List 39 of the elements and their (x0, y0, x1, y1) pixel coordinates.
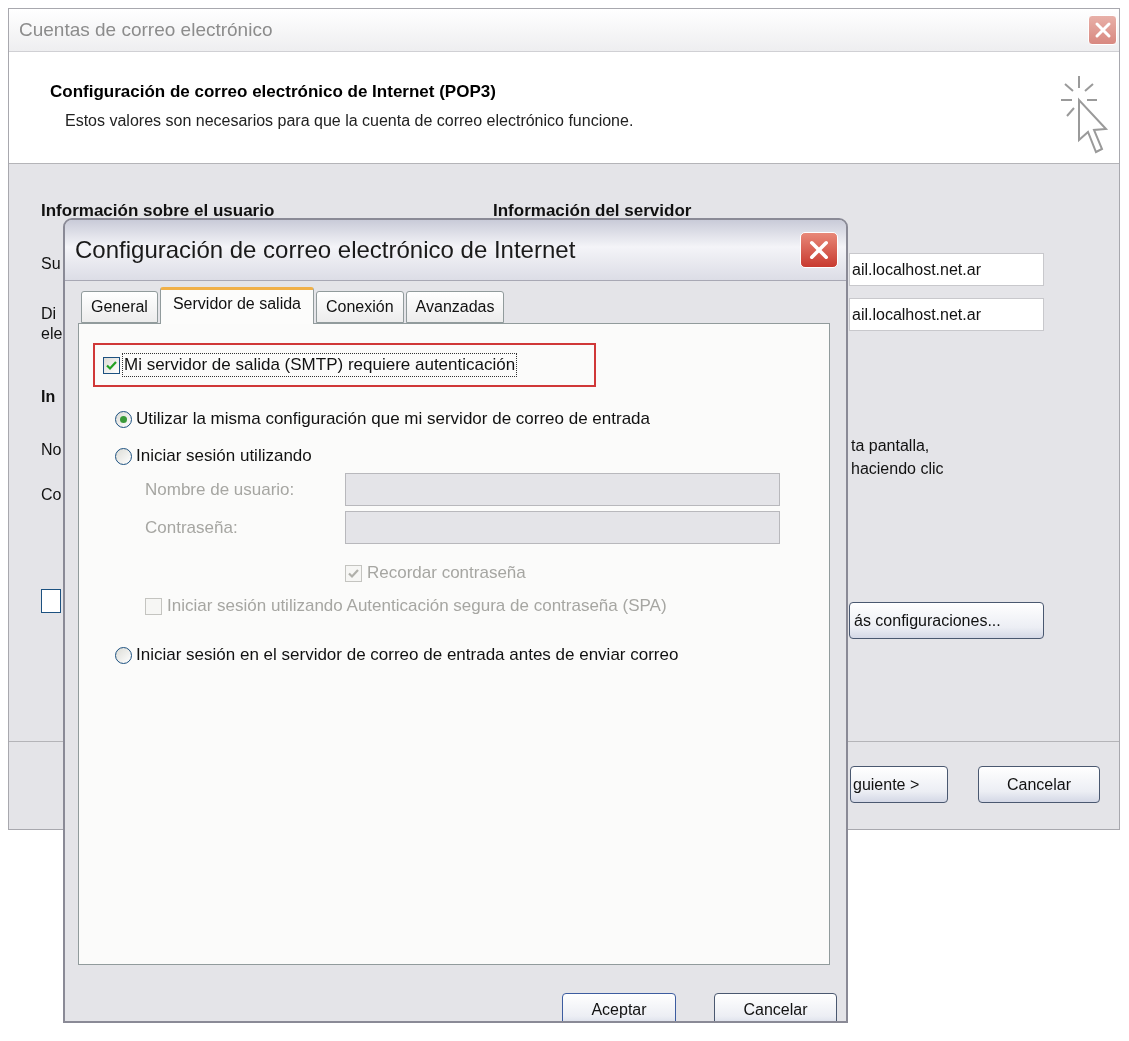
checkbox-label[interactable]: Mi servidor de salida (SMTP) requiere autenticación (124, 355, 516, 375)
server-field[interactable]: ail.localhost.net.ar (849, 253, 1044, 286)
field-label: Nombre de usuario: (145, 479, 296, 500)
checkbox[interactable] (41, 589, 61, 613)
tab[interactable]: Servidor de salida (159, 287, 314, 324)
cancel-button[interactable]: Cancelar (978, 766, 1100, 803)
header-subtitle: Estos valores son necesarios para que la cuenta de correo electrónico funcione. (64, 112, 634, 130)
radio-label[interactable]: Utilizar la misma configuración que mi servidor de correo de entrada (136, 409, 650, 429)
close-button[interactable] (800, 232, 838, 268)
window-title: Cuentas de correo electrónico (19, 19, 273, 41)
section-heading: Información sobre el usuario (41, 201, 275, 221)
field-label: No (41, 440, 62, 460)
section-heading: In (41, 387, 56, 407)
cancel-button[interactable]: Cancelar (714, 993, 837, 1021)
field-label: Contraseña: (145, 517, 239, 538)
radio-button[interactable] (115, 410, 132, 428)
radio-label[interactable]: Iniciar sesión utilizando (136, 446, 312, 466)
field-label: ele (41, 324, 63, 344)
radio-button[interactable] (115, 646, 132, 664)
checkbox[interactable] (103, 356, 120, 374)
tab[interactable]: General (81, 291, 158, 323)
header-title: Configuración de correo electrónico de Internet (POP3) (50, 82, 497, 102)
field-label: Di (41, 304, 57, 324)
note-text: haciendo clic (851, 459, 944, 479)
tab[interactable]: Conexión (316, 291, 404, 323)
radio-label[interactable]: Iniciar sesión en el servidor de correo de entrada antes de enviar correo (136, 645, 679, 665)
accept-button[interactable]: Aceptar (562, 993, 676, 1021)
dialog-title: Configuración de correo electrónico de Internet (75, 236, 576, 264)
close-icon (807, 238, 831, 262)
tab[interactable]: Avanzadas (405, 291, 505, 323)
section-heading: Información del servidor (493, 201, 692, 221)
radio-button[interactable] (115, 447, 132, 465)
field-label: Su (41, 254, 61, 274)
next-button[interactable]: guiente > (850, 766, 948, 803)
close-button[interactable] (1088, 15, 1117, 45)
more-settings-button[interactable]: ás configuraciones... (849, 602, 1044, 639)
field-label: Co (41, 485, 62, 505)
note-text: ta pantalla, (851, 436, 930, 456)
server-field[interactable]: ail.localhost.net.ar (849, 298, 1044, 331)
